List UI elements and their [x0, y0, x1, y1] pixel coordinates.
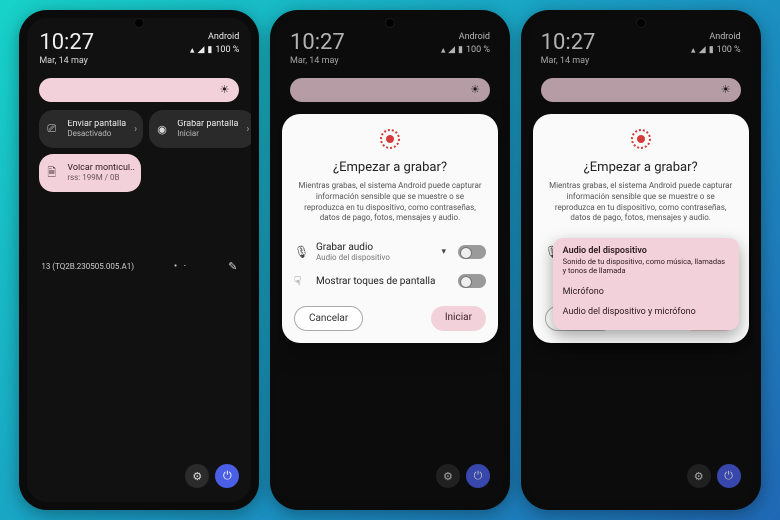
- gear-icon: ⚙: [192, 470, 202, 483]
- tile-heap-sub: rss: 199M / 0B: [67, 174, 135, 183]
- tile-heap-dump[interactable]: 🗎 Volcar montícul.. rss: 199M / 0B: [39, 154, 141, 192]
- record-icon: ◉: [157, 123, 171, 136]
- dialog-title: ¿Empezar a grabar?: [545, 160, 737, 175]
- clock: 10:27: [39, 32, 94, 54]
- signal-icon: ◢: [197, 45, 204, 55]
- menu-item-device-audio[interactable]: Audio del dispositivo: [563, 246, 729, 256]
- option-show-touches[interactable]: ☟ Mostrar toques de pantalla: [294, 268, 486, 294]
- phone-2: 10:27 Mar, 14 may Android ◢ ▮ 100 % ☀ En…: [270, 10, 510, 510]
- tile-cast[interactable]: ⎚ Enviar pantalla Desactivado ›: [39, 110, 143, 148]
- edit-tiles-icon[interactable]: ✎: [228, 260, 237, 273]
- tile-heap-title: Volcar montícul..: [67, 164, 135, 174]
- phone-1: 10:27 Mar, 14 may Android ◢ ▮ 100 % ☀ ⎚ …: [19, 10, 259, 510]
- screen: 10:27 Mar, 14 may Android ◢ ▮ 100 % ☀ ¿E…: [529, 18, 753, 502]
- tile-record-title: Grabar pantalla: [177, 120, 238, 130]
- option-audio-title: Grabar audio: [316, 242, 429, 253]
- date: Mar, 14 may: [39, 56, 94, 66]
- menu-item-device-audio-sub: Sonido de tu dispositivo, como música, l…: [563, 257, 729, 276]
- carrier-label: Android: [208, 32, 239, 42]
- chevron-right-icon: ›: [132, 124, 137, 135]
- cancel-button[interactable]: Cancelar: [294, 306, 363, 331]
- build-number: 13 (TQ2B.230505.005.A1): [41, 262, 134, 271]
- quick-tiles-row-1: ⎚ Enviar pantalla Desactivado › ◉ Grabar…: [27, 110, 251, 148]
- power-icon: ⏻: [223, 469, 232, 483]
- tile-cast-sub: Desactivado: [67, 130, 126, 139]
- tile-record[interactable]: ◉ Grabar pantalla Iniciar ›: [149, 110, 251, 148]
- option-audio-sub: Audio del dispositivo: [316, 253, 429, 262]
- document-icon: 🗎: [47, 164, 61, 183]
- toggle-touches[interactable]: [458, 274, 486, 288]
- chevron-right-icon: ›: [244, 124, 249, 135]
- start-button[interactable]: Iniciar: [431, 306, 486, 331]
- footer-row: 13 (TQ2B.230505.005.A1) • · ✎: [27, 260, 251, 273]
- menu-item-microphone[interactable]: Micrófono: [563, 282, 729, 302]
- brightness-icon: ☀: [219, 83, 229, 96]
- brightness-slider[interactable]: ☀: [39, 78, 239, 102]
- dialog-body: Mientras grabas, el sistema Android pued…: [545, 181, 737, 236]
- tile-record-sub: Iniciar: [177, 130, 238, 139]
- option-touches-title: Mostrar toques de pantalla: [316, 276, 450, 287]
- audio-source-menu: Audio del dispositivo Sonido de tu dispo…: [553, 238, 739, 330]
- power-button[interactable]: ⏻: [215, 464, 239, 488]
- touch-icon: ☟: [294, 274, 308, 288]
- phone-3: 10:27 Mar, 14 may Android ◢ ▮ 100 % ☀ ¿E…: [521, 10, 761, 510]
- option-record-audio[interactable]: 🎙 Grabar audio Audio del dispositivo ▾: [294, 236, 486, 268]
- record-dialog-icon: [379, 128, 401, 150]
- dialog-title: ¿Empezar a grabar?: [294, 160, 486, 175]
- mic-icon: 🎙: [294, 245, 308, 259]
- front-camera: [385, 18, 395, 28]
- settings-button[interactable]: ⚙: [185, 464, 209, 488]
- record-dialog-icon: [630, 128, 652, 150]
- record-dialog: ¿Empezar a grabar? Mientras grabas, el s…: [282, 114, 498, 343]
- screen: 10:27 Mar, 14 may Android ◢ ▮ 100 % ☀ ⎚ …: [27, 18, 251, 502]
- battery-icon: ▮: [207, 45, 212, 55]
- dialog-body: Mientras grabas, el sistema Android pued…: [294, 181, 486, 236]
- toggle-audio[interactable]: [458, 245, 486, 259]
- screen: 10:27 Mar, 14 may Android ◢ ▮ 100 % ☀ En…: [278, 18, 502, 502]
- wifi-icon: [190, 45, 195, 55]
- cast-icon: ⎚: [47, 122, 61, 136]
- menu-item-device-and-mic[interactable]: Audio del dispositivo y micrófono: [563, 302, 729, 322]
- front-camera: [636, 18, 646, 28]
- page-dots: • ·: [174, 261, 188, 272]
- battery-percent: 100 %: [215, 45, 239, 55]
- front-camera: [134, 18, 144, 28]
- tile-cast-title: Enviar pantalla: [67, 120, 126, 130]
- bottom-buttons: ⚙ ⏻: [185, 464, 239, 488]
- status-icons: ◢ ▮ 100 %: [190, 45, 239, 55]
- quick-tiles-row-2: 🗎 Volcar montícul.. rss: 199M / 0B: [27, 154, 251, 192]
- chevron-down-icon[interactable]: ▾: [437, 247, 450, 257]
